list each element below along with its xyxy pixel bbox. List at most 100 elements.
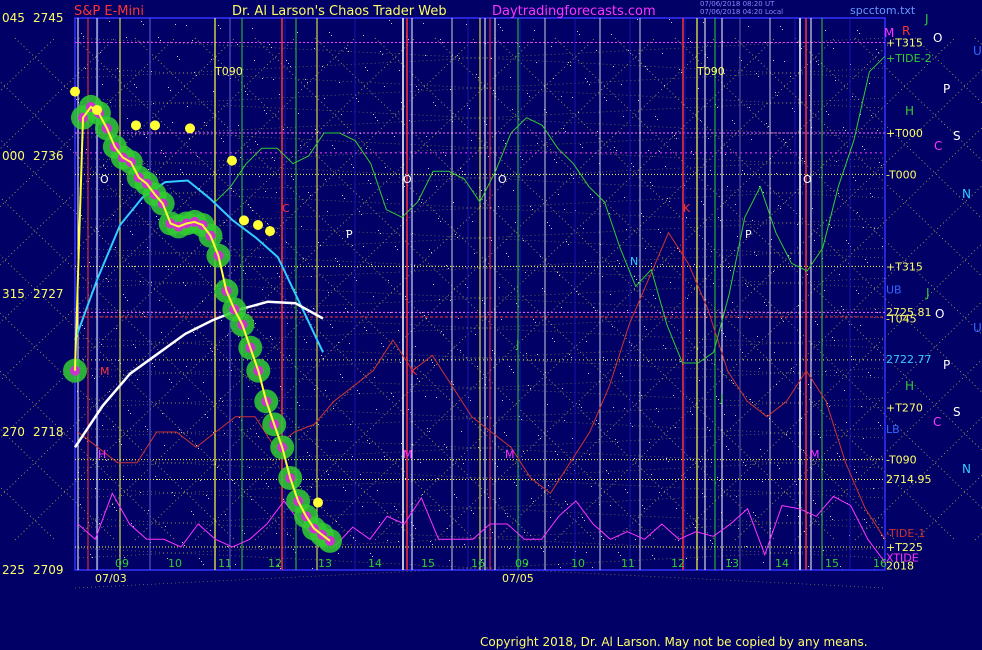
grid-dot [395, 246, 396, 247]
grid-dot [460, 168, 461, 169]
grid-dot [175, 24, 176, 25]
chart-marker-label: T090 [214, 65, 243, 78]
grid-dot [153, 103, 154, 104]
grid-dot [710, 540, 711, 541]
grid-dot [470, 400, 471, 401]
grid-dot [362, 506, 363, 507]
grid-dot [195, 335, 196, 336]
grid-dot [105, 168, 106, 169]
grid-dot [446, 265, 447, 266]
grid-dot [144, 134, 145, 135]
grid-dot [674, 135, 675, 136]
grid-dot [651, 474, 652, 475]
grid-dot [225, 514, 226, 515]
grid-dot [429, 431, 430, 432]
grid-dot [582, 147, 583, 148]
grid-dot [784, 61, 785, 62]
grid-dot [786, 434, 787, 435]
grid-dot [870, 193, 871, 194]
x-tick-label: 13 [318, 557, 332, 570]
grid-dot [867, 262, 868, 263]
grid-dot [631, 163, 632, 164]
grid-dot [870, 375, 871, 376]
grid-dot [353, 537, 354, 538]
right-level-label: LB [886, 423, 900, 436]
grid-dot [826, 111, 827, 112]
grid-dot [458, 318, 459, 319]
grid-dot [554, 159, 555, 160]
grid-dot [368, 180, 369, 181]
grid-dot [719, 480, 720, 481]
grid-dot [449, 560, 450, 561]
chart-marker-label: K [410, 365, 418, 378]
grid-dot [313, 308, 314, 309]
grid-dot [749, 318, 750, 319]
grid-dot [588, 373, 589, 374]
grid-dot [880, 425, 881, 426]
chart-marker-label: O [498, 173, 507, 186]
grid-dot [123, 294, 124, 295]
grid-dot [237, 44, 238, 45]
y-mod-label: 270 [2, 425, 25, 439]
grid-dot [547, 404, 548, 405]
grid-dot [693, 154, 694, 155]
grid-dot [856, 290, 857, 291]
grid-dot [634, 276, 635, 277]
grid-dot [745, 465, 746, 466]
grid-dot [504, 432, 505, 433]
grid-dot [878, 52, 879, 53]
grid-dot [817, 324, 818, 325]
grid-dot [210, 530, 211, 531]
grid-dot [513, 190, 514, 191]
grid-dot [589, 84, 590, 85]
grid-dot [605, 360, 606, 361]
grid-dot [393, 396, 394, 397]
grid-dot [113, 215, 114, 216]
x-tick-label: 13 [725, 557, 739, 570]
grid-dot [238, 125, 239, 126]
grid-dot [165, 526, 166, 527]
grid-dot [646, 329, 647, 330]
grid-dot [358, 101, 359, 102]
grid-dot [342, 377, 343, 378]
grid-dot [416, 86, 417, 87]
grid-dot [162, 413, 163, 414]
grid-dot [181, 432, 182, 433]
grid-dot [852, 96, 853, 97]
grid-dot [645, 66, 646, 67]
grid-dot [457, 237, 458, 238]
grid-dot [462, 171, 463, 172]
grid-dot [363, 246, 364, 247]
grid-dot [193, 514, 194, 515]
grid-dot [401, 102, 402, 103]
grid-dot [830, 516, 831, 517]
grid-dot [307, 82, 308, 83]
grid-dot [137, 379, 138, 380]
grid-dot [136, 87, 137, 88]
site-label[interactable]: Daytradingforecasts.com [492, 4, 656, 19]
grid-dot [512, 109, 513, 110]
grid-dot [725, 336, 726, 337]
grid-dot [783, 321, 784, 322]
grid-dot [405, 296, 406, 297]
grid-dot [141, 21, 142, 22]
grid-dot [839, 274, 840, 275]
grid-dot [339, 82, 340, 83]
planet-label: R [902, 24, 910, 38]
grid-dot [750, 399, 751, 400]
grid-dot [780, 208, 781, 209]
grid-dot [775, 92, 776, 93]
grid-dot [351, 164, 352, 165]
grid-dot [420, 462, 421, 463]
grid-dot [481, 190, 482, 191]
grid-dot [637, 19, 638, 20]
grid-dot [300, 145, 301, 146]
grid-dot [188, 398, 189, 399]
grid-dot [797, 42, 798, 43]
grid-dot [509, 366, 510, 367]
grid-dot [673, 395, 674, 396]
grid-dot [279, 94, 280, 95]
grid-dot [662, 53, 663, 54]
grid-dot [627, 310, 628, 311]
planet-label: J [924, 12, 929, 26]
